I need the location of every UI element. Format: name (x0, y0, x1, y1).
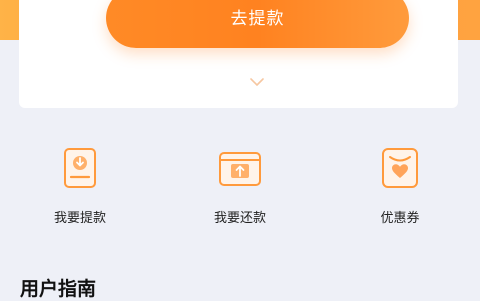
withdraw-button[interactable]: 去提款 (106, 0, 409, 48)
quick-action-label: 优惠券 (380, 211, 420, 226)
quick-action-coupon[interactable]: 优惠券 (340, 140, 460, 230)
user-guide-heading: 用户指南 (20, 278, 97, 300)
quick-action-label: 我要提款 (53, 211, 106, 226)
withdraw-document-icon (64, 148, 96, 188)
coupon-heart-icon (382, 148, 418, 188)
repay-upload-icon (219, 152, 261, 186)
chevron-down-icon[interactable] (250, 76, 264, 88)
quick-action-withdraw[interactable]: 我要提款 (20, 140, 140, 230)
quick-actions: 我要提款 我要还款 优惠券 (0, 140, 480, 230)
quick-action-repay[interactable]: 我要还款 (180, 140, 300, 230)
withdraw-card: 去提款 (19, 0, 458, 108)
quick-action-label: 我要还款 (213, 211, 266, 226)
